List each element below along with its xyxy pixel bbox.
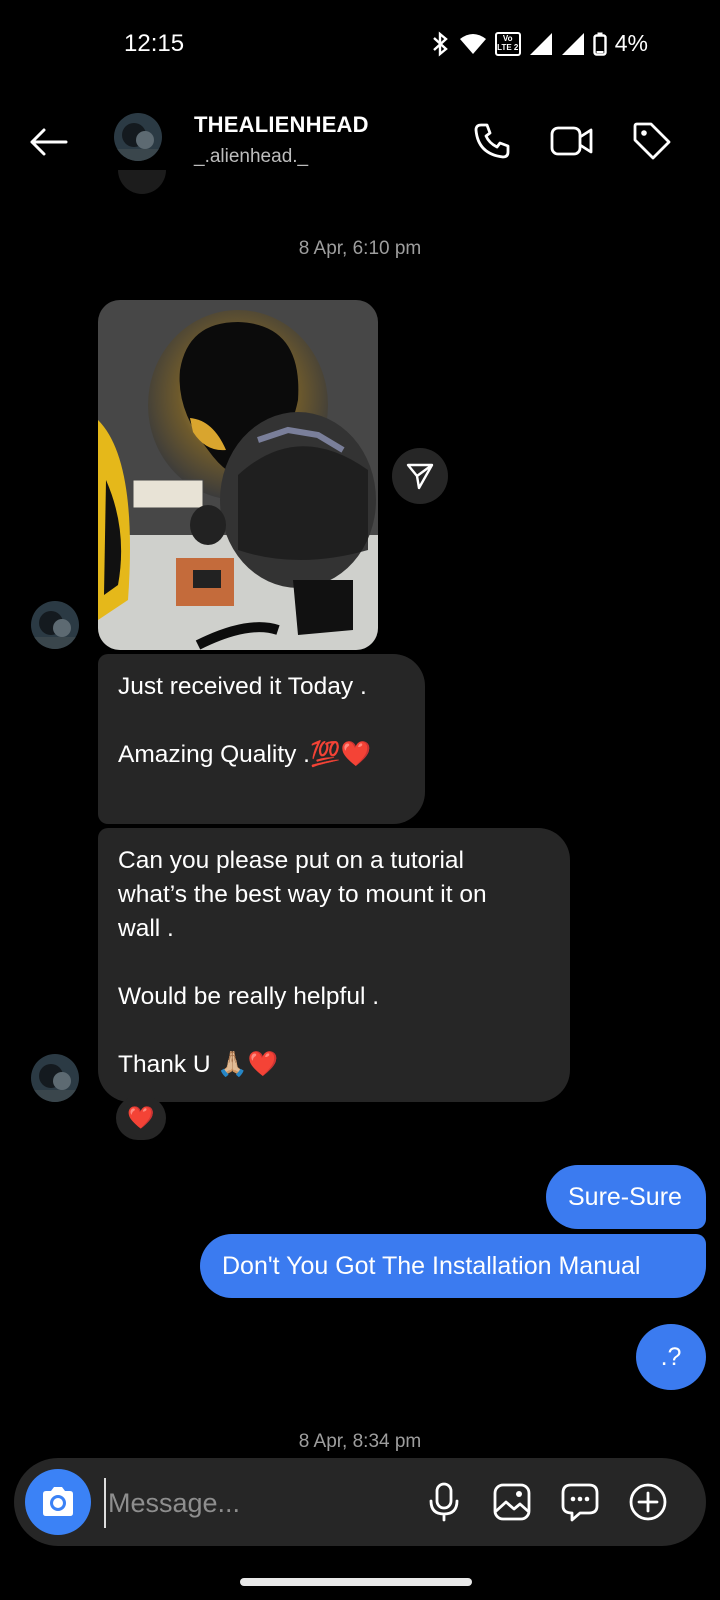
chat-username[interactable]: _.alienhead._ <box>194 146 308 168</box>
message-text: Just received it Today . <box>118 673 367 700</box>
status-time: 12:15 <box>124 30 185 57</box>
message-text: Don't You Got The Installation Manual <box>222 1252 641 1280</box>
volte-top-label: Vo <box>502 33 513 43</box>
outgoing-message[interactable]: Sure-Sure <box>546 1165 706 1229</box>
reaction-badge[interactable]: ❤️ <box>116 1096 166 1140</box>
share-button[interactable] <box>392 448 448 504</box>
back-arrow-icon <box>30 128 68 156</box>
plus-icon <box>629 1483 667 1521</box>
message-text: Would be really helpful . <box>118 983 380 1010</box>
outgoing-message[interactable]: .? <box>636 1324 706 1390</box>
sticker-icon <box>561 1483 599 1522</box>
video-icon <box>550 126 593 156</box>
battery-percent: 4% <box>614 30 648 56</box>
volte-badge-icon: Vo LTE 2 <box>494 31 521 56</box>
sticker-button[interactable] <box>552 1474 608 1530</box>
battery-icon <box>593 32 607 56</box>
avatar[interactable] <box>114 113 162 161</box>
send-icon <box>406 463 434 490</box>
message-text: wall . <box>118 915 174 942</box>
scrolled-avatar-edge <box>118 170 166 194</box>
gallery-button[interactable] <box>484 1474 540 1530</box>
back-button[interactable] <box>24 118 72 166</box>
message-text: what’s the best way to mount it on <box>118 881 487 908</box>
message-input[interactable] <box>104 1478 400 1528</box>
gallery-icon <box>493 1483 531 1521</box>
signal-icon-2 <box>561 32 584 55</box>
incoming-message[interactable]: Just received it Today . Amazing Quality… <box>98 654 425 824</box>
bluetooth-icon <box>432 30 448 57</box>
timestamp: 8 Apr, 6:10 pm <box>298 238 422 259</box>
phone-icon <box>474 123 510 159</box>
more-options-button[interactable] <box>620 1474 676 1530</box>
timestamp: 8 Apr, 8:34 pm <box>298 1431 422 1452</box>
message-text: Amazing Quality .💯❤️ <box>118 741 372 768</box>
message-text: .? <box>660 1343 682 1371</box>
sender-avatar[interactable] <box>31 1054 79 1102</box>
home-indicator[interactable] <box>240 1578 472 1586</box>
volte-bottom-label: LTE 2 <box>497 42 519 52</box>
tag-icon <box>633 122 671 160</box>
signal-icon <box>529 32 552 55</box>
microphone-icon <box>429 1482 459 1522</box>
heart-reaction: ❤️ <box>127 1105 155 1130</box>
status-icons: Vo LTE 2 4% <box>429 30 648 57</box>
sender-avatar[interactable] <box>31 601 79 649</box>
camera-icon <box>43 1487 73 1516</box>
message-text: Can you please put on a tutorial <box>118 847 464 874</box>
message-text: Thank U 🙏🏼❤️ <box>118 1051 279 1078</box>
voice-message-button[interactable] <box>416 1474 472 1530</box>
message-text: Sure-Sure <box>568 1183 682 1211</box>
chat-title[interactable]: THEALIENHEAD <box>194 112 369 138</box>
wifi-icon <box>459 33 486 54</box>
label-button[interactable] <box>626 115 678 167</box>
incoming-message[interactable]: Can you please put on a tutorial what’s … <box>98 828 570 1102</box>
outgoing-message[interactable]: Don't You Got The Installation Manual <box>200 1234 706 1298</box>
shared-photo[interactable] <box>98 300 378 650</box>
video-call-button[interactable] <box>546 115 598 167</box>
voice-call-button[interactable] <box>466 115 518 167</box>
camera-button[interactable] <box>25 1469 91 1535</box>
